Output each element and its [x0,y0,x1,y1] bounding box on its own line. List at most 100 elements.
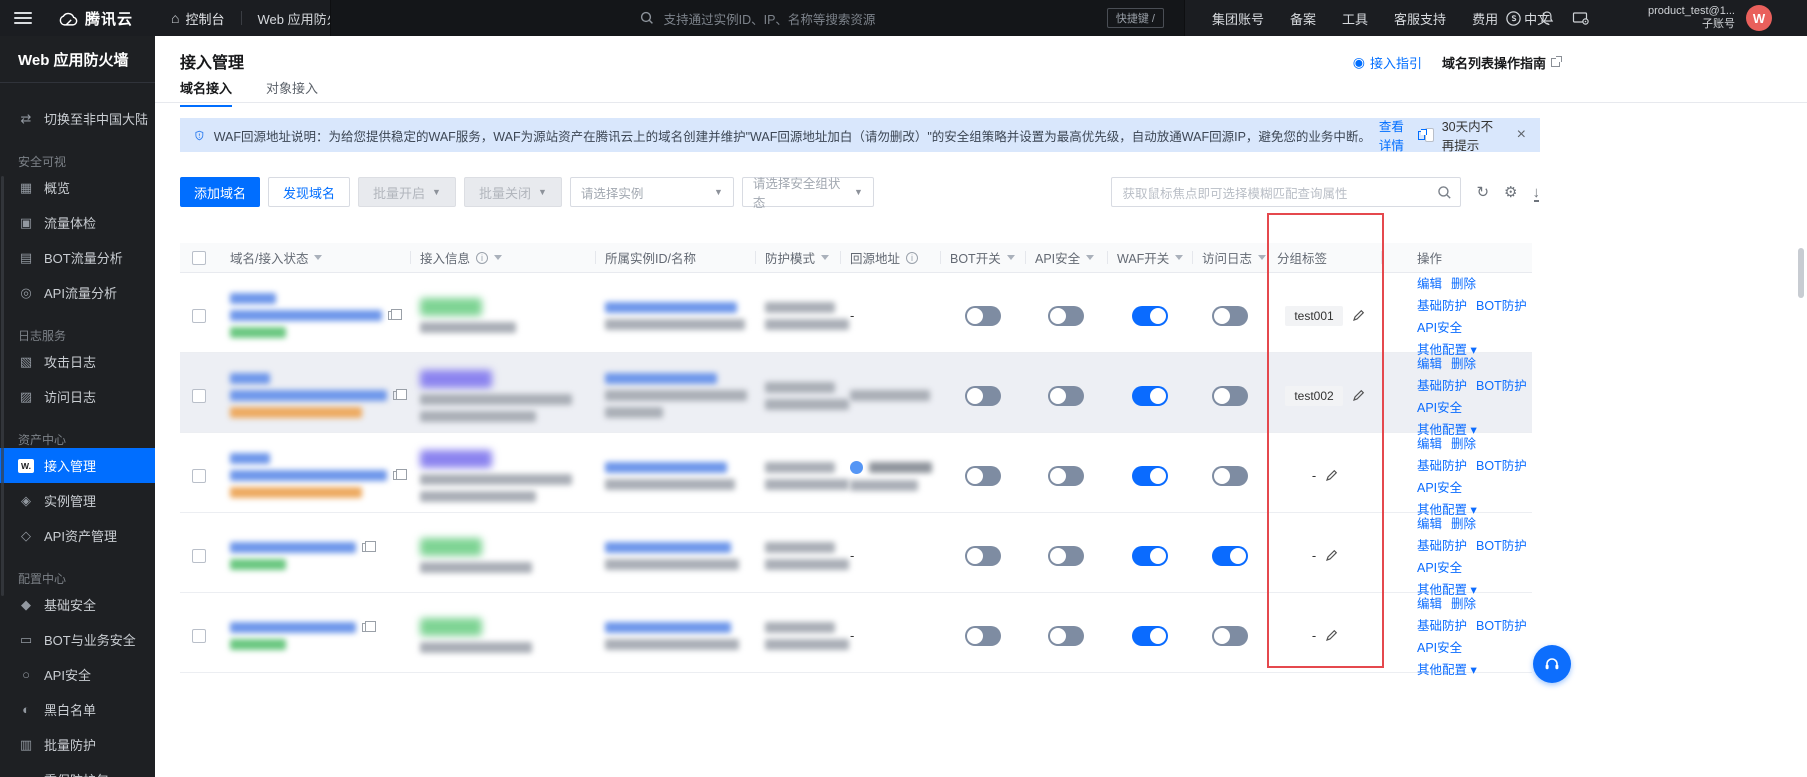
global-search-input[interactable]: 支持通过实例ID、IP、名称等搜索资源 快捷键 / [330,0,1185,36]
access-log-toggle[interactable] [1212,386,1248,406]
topbar-menu-item[interactable]: 工具 [1342,9,1368,28]
filter-icon[interactable] [1007,255,1015,260]
api-security-toggle[interactable] [1048,626,1084,646]
banner-detail-link[interactable]: 查看详情 [1379,116,1425,154]
edit-action[interactable]: 编辑 [1417,353,1442,372]
api-security-action[interactable]: API安全 [1417,557,1462,576]
settings-gear-icon[interactable]: ⚙ [1504,185,1517,200]
tencent-cloud-logo[interactable]: 腾讯云 [58,8,133,29]
delete-action[interactable]: 删除 [1451,593,1476,612]
waf-toggle[interactable] [1132,626,1168,646]
edit-tag-icon[interactable] [1352,389,1365,402]
sidebar-item[interactable]: W.接入管理 [0,448,155,483]
banner-close-icon[interactable]: × [1517,127,1526,143]
edit-action[interactable]: 编辑 [1417,433,1442,452]
console-settings-icon[interactable] [1572,10,1590,26]
page-scrollbar[interactable] [1798,248,1804,298]
bot-protect-action[interactable]: BOT防护 [1476,295,1527,314]
waf-toggle[interactable] [1132,546,1168,566]
row-checkbox[interactable] [192,629,206,643]
bot-toggle[interactable] [965,306,1001,326]
copy-icon[interactable] [388,311,397,320]
customer-service-button[interactable] [1533,645,1571,683]
sidebar-item[interactable]: ▦概览 [0,170,155,205]
waf-toggle[interactable] [1132,466,1168,486]
delete-action[interactable]: 删除 [1451,273,1476,292]
sidebar-item[interactable]: ◈实例管理 [0,483,155,518]
filter-icon[interactable] [1258,255,1266,260]
sidebar-item[interactable]: ▥批量防护 [0,727,155,762]
sidebar-item[interactable]: ▨访问日志 [0,379,155,414]
access-guide-link[interactable]: ◉ 接入指引 [1353,53,1422,72]
sidebar-item[interactable]: ▧攻击日志 [0,344,155,379]
row-checkbox[interactable] [192,389,206,403]
instance-select[interactable]: 请选择实例▼ [570,177,734,207]
batch-disable-button[interactable]: 批量关闭▼ [464,177,562,207]
api-security-action[interactable]: API安全 [1417,637,1462,656]
filter-icon[interactable] [1175,255,1183,260]
sidebar-item[interactable]: ◐黑白名单 [0,692,155,727]
waf-toggle[interactable] [1132,306,1168,326]
bot-toggle[interactable] [965,386,1001,406]
basic-protect-action[interactable]: 基础防护 [1417,535,1467,554]
access-log-toggle[interactable] [1212,546,1248,566]
topbar-menu-item[interactable]: 集团账号 [1212,9,1264,28]
bot-protect-action[interactable]: BOT防护 [1476,455,1527,474]
tab-item[interactable]: 对象接入 [266,78,318,105]
filter-icon[interactable] [821,255,829,260]
delete-action[interactable]: 删除 [1451,353,1476,372]
waf-toggle[interactable] [1132,386,1168,406]
delete-action[interactable]: 删除 [1451,513,1476,532]
sidebar-scrollbar[interactable] [1,176,4,596]
access-log-toggle[interactable] [1212,306,1248,326]
bot-toggle[interactable] [965,466,1001,486]
api-security-toggle[interactable] [1048,466,1084,486]
basic-protect-action[interactable]: 基础防护 [1417,615,1467,634]
edit-tag-icon[interactable] [1352,309,1365,322]
edit-action[interactable]: 编辑 [1417,593,1442,612]
avatar[interactable]: W [1746,5,1772,31]
row-checkbox[interactable] [192,549,206,563]
topbar-menu-item[interactable]: 费用 [1472,9,1498,28]
hamburger-menu-icon[interactable] [14,9,32,27]
row-checkbox[interactable] [192,469,206,483]
edit-action[interactable]: 编辑 [1417,513,1442,532]
tab-active[interactable]: 域名接入 [180,78,232,107]
api-security-toggle[interactable] [1048,386,1084,406]
account-info[interactable]: product_test@1... 子账号 [1640,5,1735,31]
bot-toggle[interactable] [965,626,1001,646]
discover-domain-button[interactable]: 发现域名 [268,177,350,207]
copy-icon[interactable] [362,543,371,552]
api-security-action[interactable]: API安全 [1417,477,1462,496]
table-search-input[interactable]: 获取鼠标焦点即可选择模糊匹配查询属性 [1111,177,1461,207]
bot-toggle[interactable] [965,546,1001,566]
support-icon[interactable] [1505,10,1522,27]
sidebar-item[interactable]: ⇄切换至非中国大陆 [0,101,155,136]
filter-icon[interactable] [314,255,322,260]
delete-action[interactable]: 删除 [1451,433,1476,452]
sidebar-item[interactable]: ○API安全 [0,657,155,692]
copy-icon[interactable] [393,391,402,400]
copy-icon[interactable] [393,471,402,480]
sidebar-item[interactable]: ▣流量体检 [0,205,155,240]
sidebar-item[interactable]: ●重保防护包 [0,762,155,777]
access-log-toggle[interactable] [1212,466,1248,486]
edit-tag-icon[interactable] [1325,629,1338,642]
sidebar-item[interactable]: ◇API资产管理 [0,518,155,553]
security-group-select[interactable]: 请选择安全组状态▼ [742,177,874,207]
row-checkbox[interactable] [192,309,206,323]
topbar-menu-item[interactable]: 客服支持 [1394,9,1446,28]
basic-protect-action[interactable]: 基础防护 [1417,295,1467,314]
filter-icon[interactable] [1086,255,1094,260]
download-icon[interactable]: ↓ [1533,185,1541,200]
add-domain-button[interactable]: 添加域名 [180,177,260,207]
edit-action[interactable]: 编辑 [1417,273,1442,292]
basic-protect-action[interactable]: 基础防护 [1417,375,1467,394]
edit-tag-icon[interactable] [1325,549,1338,562]
bot-protect-action[interactable]: BOT防护 [1476,615,1527,634]
bot-protect-action[interactable]: BOT防护 [1476,375,1527,394]
api-security-toggle[interactable] [1048,306,1084,326]
sidebar-item[interactable]: ◆基础安全 [0,587,155,622]
sidebar-item[interactable]: ▤BOT流量分析 [0,240,155,275]
api-security-action[interactable]: API安全 [1417,397,1462,416]
